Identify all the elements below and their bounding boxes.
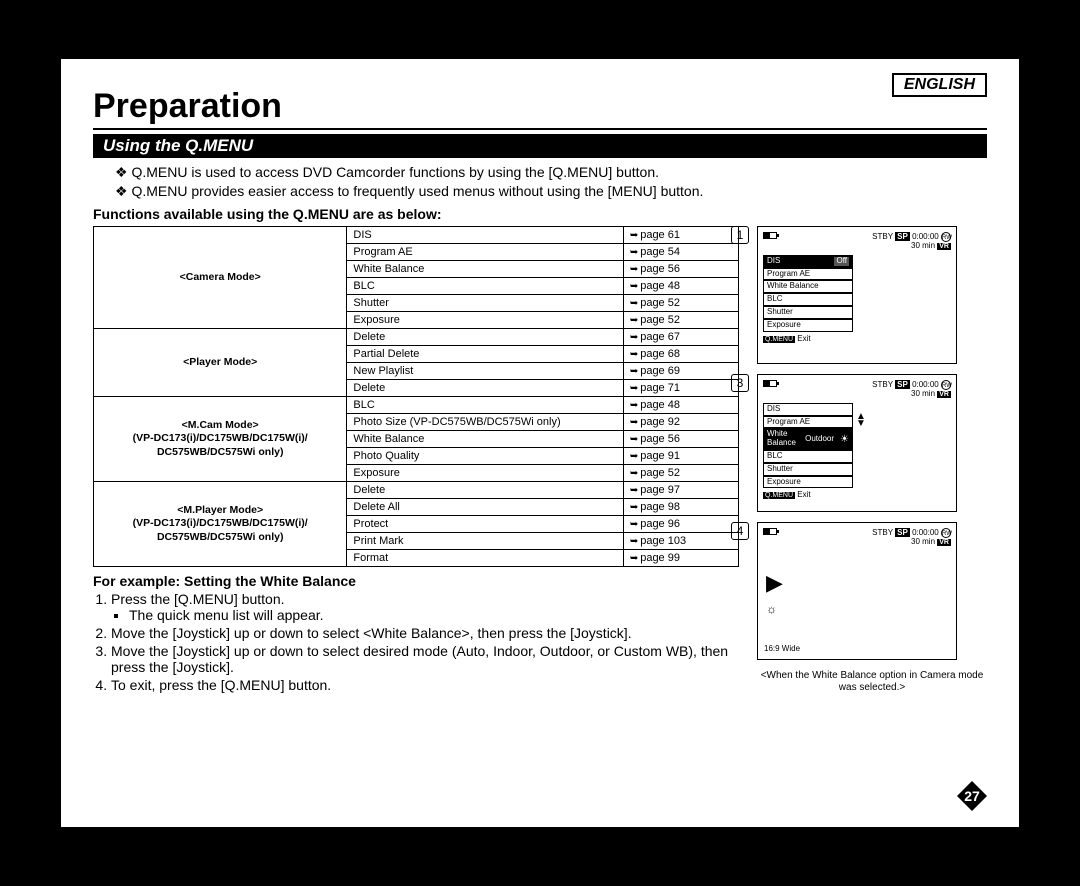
fn-cell: Shutter <box>347 295 623 312</box>
pg-cell: page 48 <box>623 397 738 414</box>
screen-illustrations: 1 STBY SP 0:00:00 RW 30 min VR DISOff <box>757 226 987 695</box>
lcd-screen: STBY SP 0:00:00 RW 30 min VR ▶ ☼ 16:9 Wi… <box>757 522 957 660</box>
intro-text: ❖ Q.MENU is used to access DVD Camcorder… <box>115 164 987 200</box>
step-number-icon: 3 <box>731 374 749 392</box>
fn-cell: Photo Size (VP-DC575WB/DC575Wi only) <box>347 414 623 431</box>
fn-cell: White Balance <box>347 431 623 448</box>
example-step: Move the [Joystick] up or down to select… <box>111 625 739 641</box>
pg-cell: page 48 <box>623 278 738 295</box>
example-block: For example: Setting the White Balance P… <box>93 573 739 693</box>
pg-cell: page 52 <box>623 465 738 482</box>
intro-line: Q.MENU is used to access DVD Camcorder f… <box>131 164 659 180</box>
pg-cell: page 91 <box>623 448 738 465</box>
functions-table: <Camera Mode> DIS page 61 Program AEpage… <box>93 226 739 567</box>
pg-cell: page 96 <box>623 516 738 533</box>
pg-cell: page 98 <box>623 499 738 516</box>
battery-icon <box>763 380 777 387</box>
pg-cell: page 52 <box>623 295 738 312</box>
fn-cell: Exposure <box>347 312 623 329</box>
fn-cell: Partial Delete <box>347 346 623 363</box>
step-number-icon: 4 <box>731 522 749 540</box>
disc-rw-icon: RW <box>941 232 951 242</box>
step-number-icon: 1 <box>731 226 749 244</box>
pg-cell: page 71 <box>623 380 738 397</box>
play-icon: ▶ <box>766 571 783 595</box>
page-number-badge: 27 <box>957 781 987 811</box>
fn-cell: Photo Quality <box>347 448 623 465</box>
battery-icon <box>763 232 777 239</box>
example-step: Press the [Q.MENU] button. The quick men… <box>111 591 739 623</box>
lcd-screen: STBY SP 0:00:00 RW 30 min VR ▲▼ DIS Prog… <box>757 374 957 512</box>
functions-subheading: Functions available using the Q.MENU are… <box>93 206 987 222</box>
pg-cell: page 92 <box>623 414 738 431</box>
disc-rw-icon: RW <box>941 528 951 538</box>
fn-cell: Delete <box>347 482 623 499</box>
sun-icon: ☀ <box>840 434 849 445</box>
pg-cell: page 56 <box>623 431 738 448</box>
battery-icon <box>763 528 777 535</box>
sun-icon: ☼ <box>766 603 777 616</box>
section-heading: Using the Q.MENU <box>93 134 987 158</box>
pg-cell: page 54 <box>623 244 738 261</box>
updown-icon: ▲▼ <box>856 413 866 427</box>
intro-line: Q.MENU provides easier access to frequen… <box>131 183 703 199</box>
fn-cell: Program AE <box>347 244 623 261</box>
disc-rw-icon: RW <box>941 380 951 390</box>
pg-cell: page 103 <box>623 533 738 550</box>
mode-label: <M.Player Mode> (VP-DC173(i)/DC175WB/DC1… <box>94 482 347 567</box>
example-step: To exit, press the [Q.MENU] button. <box>111 677 739 693</box>
fn-cell: Exposure <box>347 465 623 482</box>
fn-cell: Format <box>347 550 623 567</box>
pg-cell: page 69 <box>623 363 738 380</box>
pg-cell: page 99 <box>623 550 738 567</box>
pg-cell: page 52 <box>623 312 738 329</box>
language-badge: ENGLISH <box>892 73 987 97</box>
page-title: Preparation <box>93 87 987 130</box>
pg-cell: page 97 <box>623 482 738 499</box>
fn-cell: Delete All <box>347 499 623 516</box>
example-substep: The quick menu list will appear. <box>129 607 739 623</box>
mode-label: <Player Mode> <box>94 329 347 397</box>
aspect-ratio-label: 16:9 Wide <box>764 645 800 654</box>
mode-label: <Camera Mode> <box>94 227 347 329</box>
pg-cell: page 67 <box>623 329 738 346</box>
fn-cell: DIS <box>347 227 623 244</box>
fn-cell: BLC <box>347 278 623 295</box>
mode-label: <M.Cam Mode> (VP-DC173(i)/DC175WB/DC175W… <box>94 397 347 482</box>
lcd-screen: STBY SP 0:00:00 RW 30 min VR DISOff Prog… <box>757 226 957 364</box>
pg-cell: page 56 <box>623 261 738 278</box>
pg-cell: page 61 <box>623 227 738 244</box>
fn-cell: White Balance <box>347 261 623 278</box>
screens-caption: <When the White Balance option in Camera… <box>757 670 987 694</box>
pg-cell: page 68 <box>623 346 738 363</box>
fn-cell: New Playlist <box>347 363 623 380</box>
fn-cell: BLC <box>347 397 623 414</box>
fn-cell: Delete <box>347 329 623 346</box>
example-heading: For example: Setting the White Balance <box>93 573 739 589</box>
fn-cell: Protect <box>347 516 623 533</box>
manual-page: ENGLISH Preparation Using the Q.MENU ❖ Q… <box>60 58 1020 828</box>
fn-cell: Print Mark <box>347 533 623 550</box>
example-step: Move the [Joystick] up or down to select… <box>111 643 739 675</box>
fn-cell: Delete <box>347 380 623 397</box>
